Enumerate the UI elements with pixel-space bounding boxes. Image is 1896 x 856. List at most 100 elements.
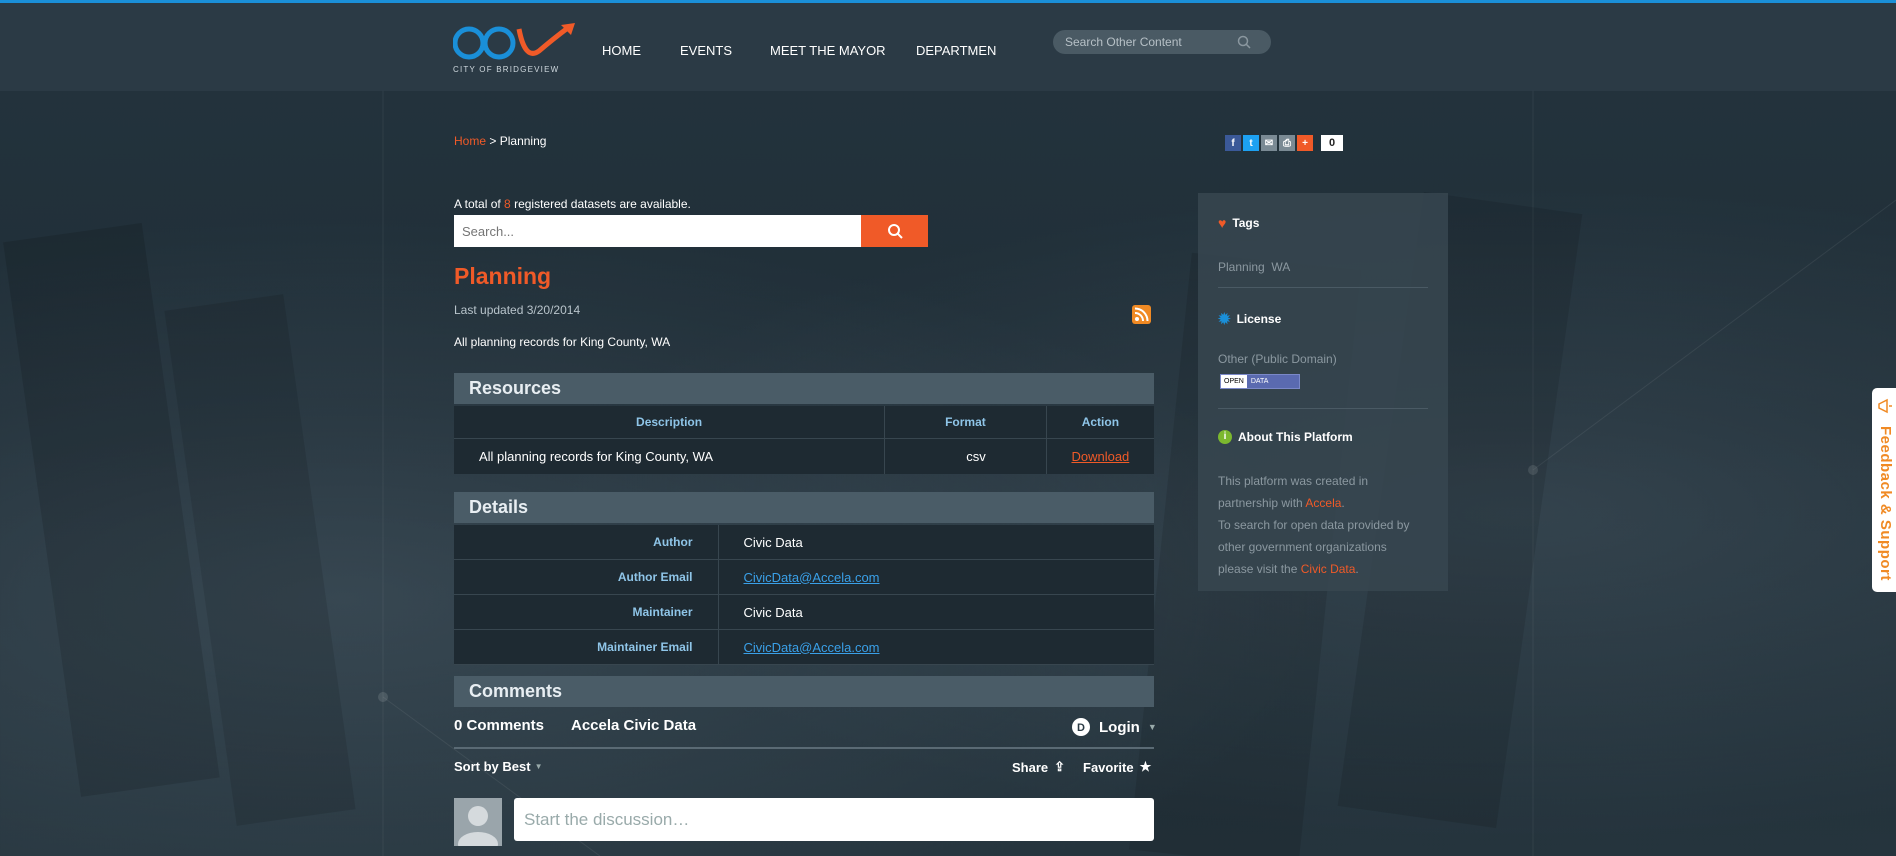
search-icon[interactable] <box>1237 35 1251 49</box>
feedback-label: Feedback & Support <box>1877 426 1894 581</box>
detail-label: Author Email <box>454 559 719 595</box>
resource-format: csv <box>884 438 1047 474</box>
table-row: Maintainer Email CivicData@Accela.com <box>454 629 1154 665</box>
maintainer-email-link[interactable]: CivicData@Accela.com <box>744 640 880 655</box>
civic-data-link[interactable]: Civic Data <box>1301 562 1356 576</box>
dataset-search-button[interactable] <box>861 215 928 247</box>
share-count: 0 <box>1321 135 1344 151</box>
table-row: All planning records for King County, WA… <box>454 438 1154 474</box>
dataset-count: 8 <box>504 197 511 211</box>
dataset-total-prefix: A total of <box>454 197 501 211</box>
site-search-box <box>1053 30 1271 54</box>
column-description: Description <box>454 406 886 439</box>
about-line: To search for open data provided by <box>1218 518 1410 532</box>
tag-item[interactable]: WA <box>1271 260 1290 274</box>
column-action: Action <box>1046 406 1154 439</box>
comments-heading: Comments <box>454 676 1154 707</box>
dataset-total-suffix: registered datasets are available. <box>514 197 691 211</box>
search-icon <box>887 224 903 239</box>
site-search-input[interactable] <box>1063 34 1237 50</box>
heart-icon: ♥ <box>1218 215 1227 231</box>
page-title: Planning <box>454 263 552 289</box>
about-line: other government organizations <box>1218 540 1387 554</box>
gear-icon: ✹ <box>1218 311 1231 328</box>
author-email-link[interactable]: CivicData@Accela.com <box>744 570 880 585</box>
nav-departments[interactable]: DEPARTMEN <box>916 43 996 58</box>
detail-value: Civic Data <box>718 594 1154 630</box>
tag-item[interactable]: Planning <box>1218 260 1265 274</box>
badge-right: DATA <box>1246 375 1299 388</box>
comment-input[interactable] <box>514 798 1154 841</box>
about-heading-label: About This Platform <box>1238 430 1353 444</box>
share-icon: ⇪ <box>1054 759 1066 774</box>
sidebar: ♥ Tags Planning WA ✹ License Other (Publ… <box>1198 193 1448 591</box>
detail-label: Maintainer <box>454 594 719 630</box>
breadcrumb: Home > Planning <box>454 134 546 148</box>
disqus-icon: D <box>1072 718 1090 736</box>
about-line: This platform was created in <box>1218 474 1369 488</box>
open-data-badge[interactable]: OPEN DATA <box>1220 374 1300 389</box>
detail-label: Maintainer Email <box>454 629 719 665</box>
info-icon: i <box>1218 430 1232 444</box>
accela-link[interactable]: Accela <box>1305 496 1341 510</box>
details-heading: Details <box>454 492 1154 523</box>
comment-count[interactable]: 0 Comments <box>454 717 544 734</box>
twitter-icon[interactable]: t <box>1243 135 1259 151</box>
share-label: Share <box>1012 759 1049 775</box>
community-name[interactable]: Accela Civic Data <box>571 717 696 734</box>
chevron-down-icon: ▼ <box>1147 722 1157 732</box>
badge-left: OPEN <box>1221 375 1247 388</box>
about-heading: i About This Platform <box>1218 430 1353 444</box>
share-button[interactable]: Share ⇪ <box>1012 759 1065 775</box>
comments-divider <box>454 747 1154 749</box>
dataset-description: All planning records for King County, WA <box>454 335 671 349</box>
resources-table: Description Format Action All planning r… <box>454 406 1154 474</box>
about-line: please visit the Civic Data. <box>1218 558 1409 580</box>
license-heading: ✹ License <box>1218 310 1281 328</box>
login-label: Login <box>1099 718 1140 736</box>
plus-icon[interactable]: + <box>1297 135 1313 151</box>
print-icon[interactable]: ⎙ <box>1279 135 1295 151</box>
feedback-support-tab[interactable]: Feedback & Support <box>1872 388 1896 592</box>
license-heading-label: License <box>1236 312 1282 326</box>
share-toolbar: f t ✉ ⎙ + 0 <box>1225 135 1344 151</box>
avatar <box>454 798 502 846</box>
rss-feed-icon[interactable] <box>1132 305 1151 324</box>
dataset-search-input[interactable] <box>454 215 861 247</box>
megaphone-icon <box>1878 398 1892 414</box>
nav-meet-the-mayor[interactable]: MEET THE MAYOR <box>770 43 886 58</box>
nav-home[interactable]: HOME <box>602 43 641 58</box>
detail-value: Civic Data <box>718 525 1154 560</box>
about-text-part: please visit the <box>1218 562 1298 576</box>
table-header-row: Description Format Action <box>454 406 1154 439</box>
facebook-icon[interactable]: f <box>1225 135 1241 151</box>
detail-label: Author <box>454 525 719 560</box>
tag-list: Planning WA <box>1218 256 1290 278</box>
about-line: partnership with Accela. <box>1218 492 1409 514</box>
user-placeholder-icon <box>458 806 498 846</box>
resources-heading: Resources <box>454 373 1154 404</box>
tags-heading-label: Tags <box>1232 216 1260 230</box>
about-text-part: . <box>1355 562 1359 576</box>
login-menu[interactable]: D Login ▼ <box>1071 717 1157 737</box>
table-row: Author Email CivicData@Accela.com <box>454 559 1154 595</box>
download-link[interactable]: Download <box>1071 449 1129 464</box>
sort-menu[interactable]: Sort by Best ▼ <box>454 759 543 774</box>
star-icon: ★ <box>1139 759 1152 774</box>
sort-label: Sort by Best <box>454 759 531 774</box>
details-table: Author Civic Data Author Email CivicData… <box>454 525 1154 665</box>
license-text: Other (Public Domain) <box>1218 352 1337 366</box>
chevron-down-icon: ▼ <box>534 762 543 771</box>
email-icon[interactable]: ✉ <box>1261 135 1277 151</box>
sidebar-divider <box>1218 408 1428 409</box>
sidebar-divider <box>1218 287 1428 288</box>
table-row: Author Civic Data <box>454 525 1154 560</box>
column-format: Format <box>884 406 1047 439</box>
about-text-part: . <box>1341 496 1345 510</box>
breadcrumb-home[interactable]: Home <box>454 134 486 148</box>
resource-description: All planning records for King County, WA <box>454 438 886 474</box>
about-text-part: partnership with <box>1218 496 1303 510</box>
favorite-button[interactable]: Favorite ★ <box>1083 759 1151 775</box>
nav-events[interactable]: EVENTS <box>680 43 732 58</box>
about-text: This platform was created in partnership… <box>1218 470 1409 580</box>
